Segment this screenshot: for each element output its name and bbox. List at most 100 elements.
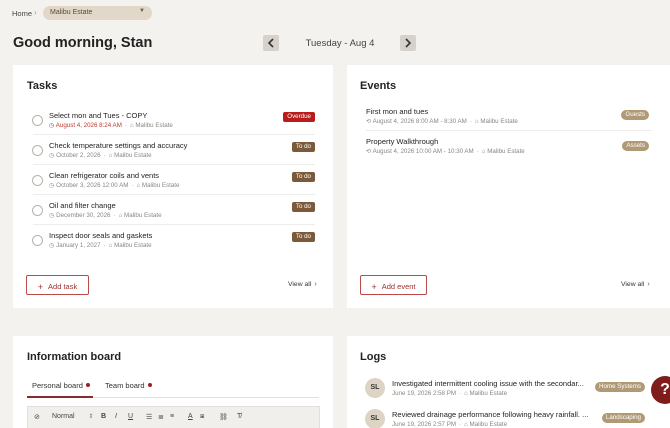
log-meta: June 19, 2026 2:57 PM · ⌂ Malibu Estate [392,421,508,428]
log-time: June 19, 2026 2:58 PM [392,390,456,397]
clock-icon: ◷ [49,122,55,129]
events-view-all-link[interactable]: View all › [621,281,650,288]
tab-personal-board[interactable]: Personal board [32,381,90,390]
top-bar: Home › Malibu Estate ▼ [0,0,670,28]
add-task-button[interactable]: + Add task [26,275,89,295]
task-row[interactable]: Inspect door seals and gaskets ◷ January… [13,225,333,255]
event-property: Malibu Estate [480,118,518,125]
plus-icon: + [371,281,377,292]
task-checkbox[interactable] [32,145,43,156]
task-date: January 1, 2027 [56,242,101,249]
text-color-icon[interactable]: A [188,413,193,420]
status-badge: To do [291,232,315,242]
breadcrumb-chevron-icon: › [34,8,37,17]
task-meta: ◷ December 30, 2026 · ⌂ Malibu Estate [49,212,162,219]
log-property: Malibu Estate [469,390,508,397]
tasks-card: Tasks Select mon and Tues - COPY ◷ Augus… [13,65,333,308]
home-icon: ⌂ [136,182,141,189]
highlight-icon[interactable]: ⧆ [200,413,204,421]
breadcrumb-home[interactable]: Home [12,9,32,18]
current-date: Tuesday - Aug 4 [305,38,375,49]
task-row[interactable]: Check temperature settings and accuracy … [13,135,333,165]
task-property: Malibu Estate [141,182,180,189]
plus-icon: + [37,281,44,292]
event-tag: Assets [622,141,649,151]
logs-title: Logs [360,351,387,363]
link-break-icon[interactable]: ⊘ [34,413,40,421]
chevron-right-icon [405,38,412,48]
status-badge: To do [291,202,315,212]
property-select[interactable]: Malibu Estate ▼ [43,6,152,20]
task-checkbox[interactable] [32,175,43,186]
chevron-right-icon: › [314,281,317,288]
task-title: Select mon and Tues - COPY [49,111,148,120]
task-date: October 2, 2026 [56,152,101,159]
task-date: August 4, 2026 8:24 AM [55,122,122,129]
clock-icon: ◷ [49,212,55,219]
link-icon[interactable]: ⛓ [219,413,228,421]
home-icon: ⌂ [108,152,113,159]
home-icon: ⌂ [118,212,123,219]
chevron-right-icon: › [647,281,650,288]
previous-day-button[interactable] [263,35,279,51]
home-icon: ⌂ [464,421,468,428]
home-icon: ⌂ [474,118,479,125]
task-title: Oil and filter change [49,201,116,210]
task-row[interactable]: Clean refrigerator coils and vents ◷ Oct… [13,165,333,195]
event-time: August 4, 2026 8:00 AM - 8:30 AM [372,118,467,125]
event-meta: ⟲ August 4, 2026 8:00 AM - 8:30 AM · ⌂ Mal… [366,118,518,125]
italic-button[interactable]: I [115,413,117,420]
task-meta: ◷ August 4, 2026 8:24 AM · ⌂ Malibu Estate [49,122,173,129]
task-property: Malibu Estate [114,152,152,159]
chevron-down-icon: ▼ [139,8,145,14]
log-time: June 19, 2026 2:57 PM [392,421,456,428]
editor-toolbar: ⊘ Normal ⇕ B I U ☰ ≣ ≡ A ⧆ ⛓ T̸ [27,406,320,428]
repeat-icon: ⟲ [366,148,372,155]
task-meta: ◷ January 1, 2027 · ⌂ Malibu Estate [49,242,152,249]
text-style-select[interactable]: Normal ⇕ [52,413,94,420]
event-title: First mon and tues [366,107,429,116]
events-title: Events [360,80,397,92]
task-title: Check temperature settings and accuracy [49,141,188,150]
avatar: SL [365,409,385,428]
event-tag: Guests [621,110,649,120]
task-checkbox[interactable] [32,115,43,126]
task-title: Inspect door seals and gaskets [49,231,153,240]
next-day-button[interactable] [400,35,416,51]
log-tag: Landscaping [601,413,645,423]
log-row[interactable]: SL Reviewed drainage performance followi… [347,405,667,428]
align-icon[interactable]: ≡ [170,413,174,420]
log-title: Investigated intermittent cooling issue … [392,379,584,388]
status-badge: To do [291,142,315,152]
task-meta: ◷ October 3, 2026 12:00 AM · ⌂ Malibu Esta… [49,182,180,189]
task-row[interactable]: Oil and filter change ◷ December 30, 202… [13,195,333,225]
home-icon: ⌂ [108,242,113,249]
clear-format-icon[interactable]: T̸ [237,413,241,420]
property-select-value: Malibu Estate [50,9,93,16]
status-badge: Overdue [283,112,315,122]
task-property: Malibu Estate [114,242,152,249]
task-property: Malibu Estate [124,212,162,219]
avatar: SL [365,378,385,398]
task-checkbox[interactable] [32,235,43,246]
home-icon: ⌂ [129,122,134,129]
task-date: December 30, 2026 [56,212,111,219]
task-checkbox[interactable] [32,205,43,216]
tab-team-board[interactable]: Team board [105,381,152,390]
home-icon: ⌂ [481,148,486,155]
page-title: Good morning, Stan [13,35,153,51]
tasks-view-all-link[interactable]: View all › [288,281,317,288]
task-row[interactable]: Select mon and Tues - COPY ◷ August 4, 2… [13,105,333,135]
numbered-list-icon[interactable]: ≣ [158,413,164,421]
bullet-list-icon[interactable]: ☰ [146,413,152,421]
underline-button[interactable]: U [128,413,133,420]
repeat-icon: ⟲ [366,118,372,125]
log-row[interactable]: SL Investigated intermittent cooling iss… [347,374,667,404]
bold-button[interactable]: B [101,413,106,420]
event-title: Property Walkthrough [366,137,439,146]
task-meta: ◷ October 2, 2026 · ⌂ Malibu Estate [49,152,152,159]
task-date: October 3, 2026 12:00 AM [56,182,129,189]
clock-icon: ◷ [49,242,55,249]
add-event-button[interactable]: + Add event [360,275,427,295]
information-board-title: Information board [27,351,122,363]
